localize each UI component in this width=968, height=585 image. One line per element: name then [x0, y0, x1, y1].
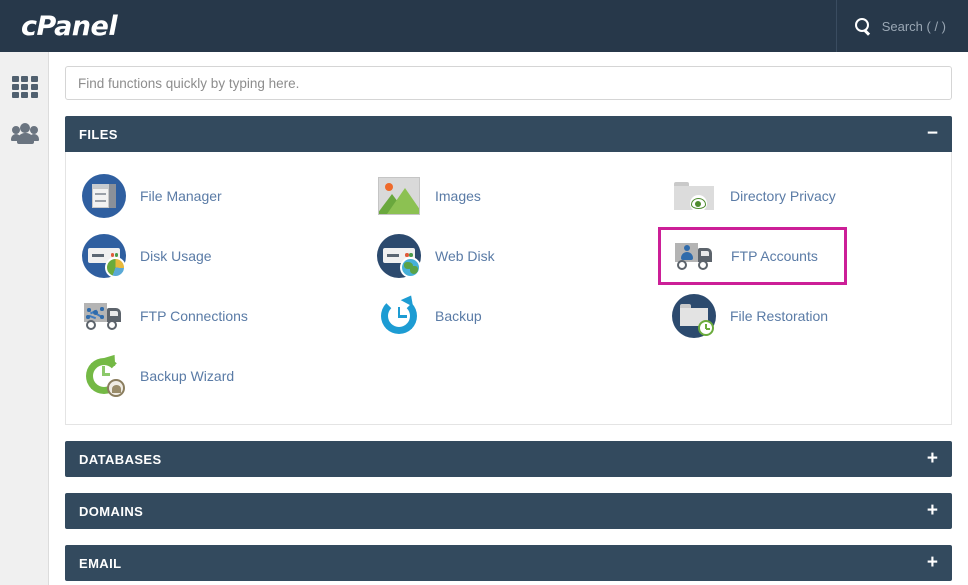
left-sidebar [0, 52, 49, 585]
panel-title: DATABASES [79, 451, 162, 467]
tile-directory-privacy[interactable]: Directory Privacy [656, 166, 951, 226]
cpanel-logo[interactable]: cPanel [21, 11, 118, 42]
tile-disk-usage[interactable]: Disk Usage [66, 226, 361, 286]
tile-label: FTP Connections [140, 308, 248, 324]
panel-title: DOMAINS [79, 503, 144, 519]
tile-ftp-accounts[interactable]: FTP Accounts [657, 227, 847, 285]
tile-label: Backup [434, 308, 482, 324]
panel-header-files[interactable]: FILES − [65, 116, 952, 152]
panel-domains: DOMAINS + [65, 493, 952, 529]
file-restoration-icon [671, 294, 716, 338]
panel-title: FILES [79, 126, 118, 142]
backup-wizard-icon [82, 350, 126, 398]
images-icon [377, 174, 421, 218]
sidebar-item-apps[interactable] [0, 64, 49, 110]
tile-label: Disk Usage [140, 248, 212, 264]
tile-spacer [656, 346, 951, 406]
tile-file-manager[interactable]: File Manager [66, 166, 361, 226]
tile-images[interactable]: Images [361, 166, 656, 226]
expand-icon[interactable]: + [927, 501, 938, 520]
tile-label: File Manager [140, 188, 222, 204]
header-search-label: Search ( / ) [881, 18, 946, 34]
panel-title: EMAIL [79, 555, 122, 571]
tile-file-restoration[interactable]: File Restoration [656, 286, 951, 346]
tile-web-disk[interactable]: Web Disk [361, 226, 656, 286]
expand-icon[interactable]: + [927, 449, 938, 468]
tile-backup-wizard[interactable]: Backup Wizard [66, 346, 361, 406]
tile-label: FTP Accounts [730, 248, 818, 264]
cpanel-app: cPanel Search ( / ) Find functions quick… [0, 0, 968, 585]
panel-databases: DATABASES + [65, 441, 952, 477]
ftp-connections-icon [82, 294, 126, 338]
tile-row: Backup Wizard [66, 346, 951, 406]
collapse-icon[interactable]: − [927, 124, 938, 143]
web-disk-icon [376, 234, 421, 278]
tile-ftp-connections[interactable]: FTP Connections [66, 286, 361, 346]
panel-body-files: File Manager Images Directory Privacy Di… [65, 152, 952, 425]
top-header-bar: cPanel Search ( / ) [0, 0, 968, 52]
disk-usage-icon [82, 234, 126, 278]
highlighted-tile-wrapper: FTP Accounts [656, 226, 951, 286]
panel-header-email[interactable]: EMAIL + [65, 545, 952, 581]
tile-label: Directory Privacy [729, 188, 836, 204]
tile-spacer [361, 346, 656, 406]
search-icon [854, 18, 871, 34]
sidebar-item-user-manager[interactable] [0, 110, 49, 156]
main-content: FILES − [49, 52, 968, 585]
tile-label: File Restoration [729, 308, 829, 324]
tile-row: File Manager Images Directory Privacy [66, 166, 951, 226]
expand-icon[interactable]: + [927, 553, 938, 572]
users-group-icon [10, 121, 39, 145]
tile-row: FTP Connections Backup File Restoration [66, 286, 951, 346]
panel-email: EMAIL + [65, 545, 952, 581]
ftp-accounts-icon [673, 234, 717, 278]
file-manager-icon [82, 174, 126, 218]
tile-label: Images [434, 188, 481, 204]
panel-files: FILES − File Manager Images Directory Pr… [65, 116, 952, 425]
panel-header-domains[interactable]: DOMAINS + [65, 493, 952, 529]
header-search-trigger[interactable]: Search ( / ) [835, 0, 968, 52]
tile-label: Web Disk [434, 248, 495, 264]
tile-row: Disk Usage Web Disk FTP Accounts [66, 226, 951, 286]
backup-icon [377, 292, 421, 338]
tile-label: Backup Wizard [140, 368, 235, 384]
panel-header-databases[interactable]: DATABASES + [65, 441, 952, 477]
grid-apps-icon [11, 76, 38, 98]
search-input[interactable] [65, 66, 952, 100]
tile-backup[interactable]: Backup [361, 286, 656, 346]
directory-privacy-icon [672, 174, 716, 218]
